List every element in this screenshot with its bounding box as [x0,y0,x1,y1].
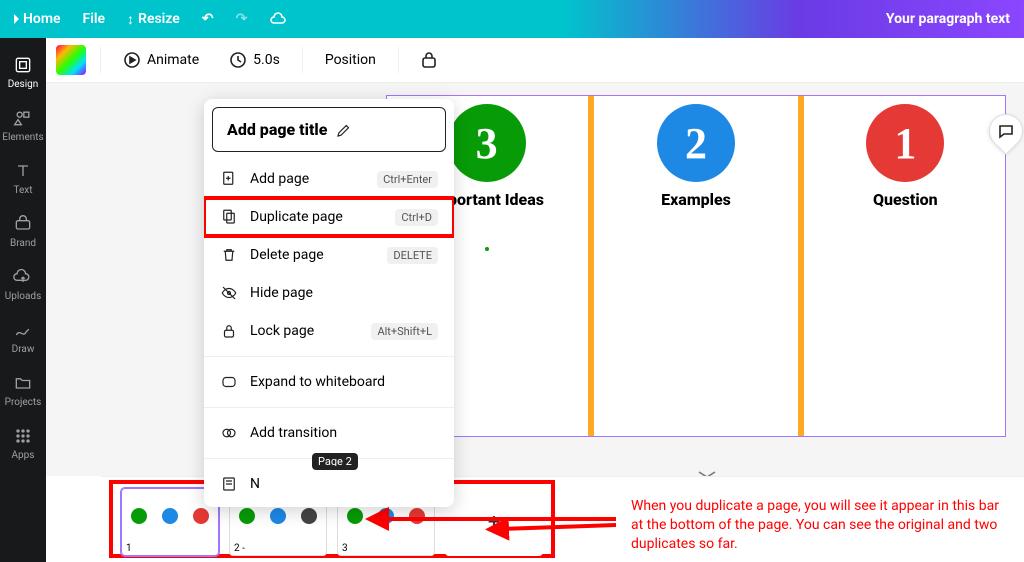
apps-icon [13,426,33,446]
rail-design[interactable]: Design [0,46,46,99]
thumb-tooltip: Page 2 [312,453,358,470]
heading-examples[interactable]: Examples [596,190,795,209]
rail-draw[interactable]: Draw [0,311,46,364]
menu-add-page[interactable]: Add page Ctrl+Enter [204,160,454,198]
circle-3[interactable]: 3 [448,104,526,182]
lock-icon [220,322,238,340]
secondary-toolbar: Animate 5.0s Position [46,38,1024,83]
add-page-icon [220,170,238,188]
canvas-area: 3 Important Ideas 2 Examples 1 Question [46,83,1024,476]
heading-question[interactable]: Question [806,190,1005,209]
annotation-text: When you duplicate a page, you will see … [631,497,1012,554]
animate-button[interactable]: Animate [115,47,207,73]
undo-button[interactable]: ↶ [202,11,214,27]
document-title[interactable]: Your paragraph text [886,11,1010,27]
menu-add-transition[interactable]: Add transition [204,414,454,452]
position-button[interactable]: Position [317,48,384,72]
pencil-icon [335,121,353,139]
cloud-sync-icon[interactable] [269,11,289,27]
page-canvas[interactable]: 3 Important Ideas 2 Examples 1 Question [386,95,1006,437]
animate-icon [123,51,141,69]
canvas-col-3: 1 Question [806,96,1005,436]
clock-icon [229,51,247,69]
draw-icon [13,320,33,340]
circle-1[interactable]: 1 [866,104,944,182]
uploads-icon [13,267,33,287]
canvas-col-2: 2 Examples [596,96,795,436]
rail-uploads[interactable]: Uploads [0,258,46,311]
redo-button[interactable]: ↷ [236,11,248,27]
topbar-nav: Home File ↕ Resize ↶ ↷ [14,11,289,28]
nav-home[interactable]: Home [14,11,61,27]
duration-button[interactable]: 5.0s [221,47,288,73]
left-rail: Design Elements Text Brand Uploads Draw … [0,38,46,562]
comment-icon [998,123,1014,139]
divider-bar [798,96,804,436]
menu-notes[interactable]: N [204,465,454,507]
menu-delete-page[interactable]: Delete page DELETE [204,236,454,274]
rail-text[interactable]: Text [0,152,46,205]
rail-apps[interactable]: Apps [0,417,46,470]
projects-icon [13,373,33,393]
menu-expand-whiteboard[interactable]: Expand to whiteboard [204,363,454,401]
page-context-menu: Add page title Add page Ctrl+Enter Dupli… [204,99,454,507]
menu-duplicate-page[interactable]: Duplicate page Ctrl+D [204,198,454,236]
top-bar: Home File ↕ Resize ↶ ↷ Your paragraph te… [0,0,1024,38]
resize-icon: ↕ [127,11,134,28]
elements-icon [13,108,33,128]
lock-icon [421,51,437,69]
add-page-button[interactable]: + [445,488,543,556]
transition-icon [220,424,238,442]
design-icon [13,55,33,75]
notes-icon [220,475,238,493]
menu-hide-page[interactable]: Hide page [204,274,454,312]
circle-2[interactable]: 2 [657,104,735,182]
divider-bar [588,96,594,436]
trash-icon [220,246,238,264]
nav-file[interactable]: File [83,11,106,27]
duplicate-icon [220,208,238,226]
brand-icon [13,214,33,234]
menu-lock-page[interactable]: Lock page Alt+Shift+L [204,312,454,350]
main-area: Animate 5.0s Position 3 Important Ideas [46,38,1024,562]
cloud-icon [269,11,289,27]
text-icon [13,161,33,181]
rail-elements[interactable]: Elements [0,99,46,152]
nav-resize[interactable]: ↕ Resize [127,11,180,28]
page-title-input[interactable]: Add page title [212,107,446,152]
color-swatch[interactable] [56,45,86,75]
chevron-left-icon [14,14,19,24]
lock-button[interactable] [413,47,445,73]
bullet-dot [485,247,489,251]
rail-projects[interactable]: Projects [0,364,46,417]
rail-brand[interactable]: Brand [0,205,46,258]
eye-off-icon [220,284,238,302]
expand-icon [220,373,238,391]
